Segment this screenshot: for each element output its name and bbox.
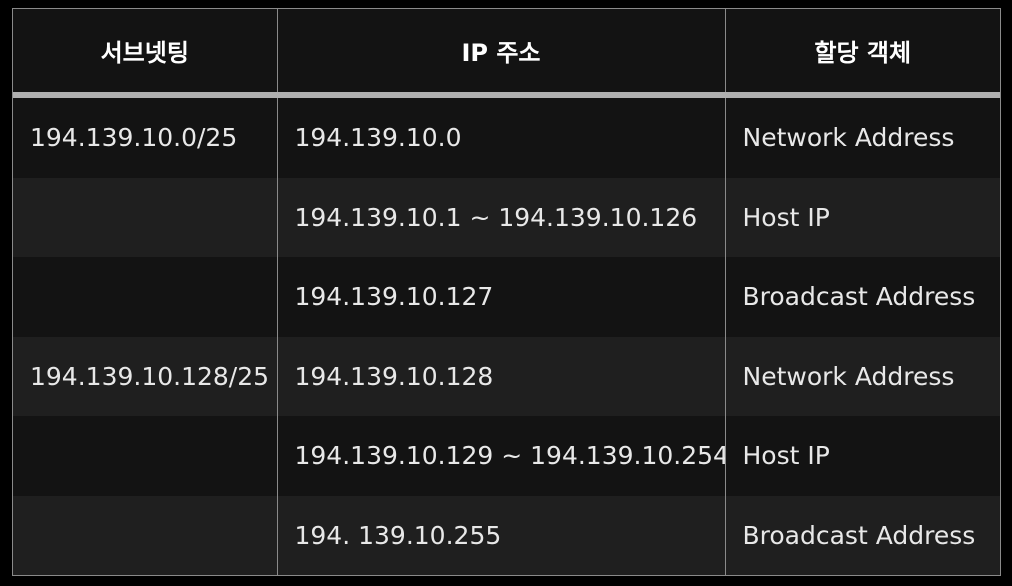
cell-ip-address: 194.139.10.0: [276, 95, 725, 178]
cell-ip-address: 194.139.10.129 ~ 194.139.10.254: [276, 416, 725, 496]
cell-assigned-object: Network Address: [724, 95, 1000, 178]
table-row: 194.139.10.1 ~ 194.139.10.126 Host IP: [13, 177, 1000, 257]
table-row: 194.139.10.128/25 194.139.10.128 Network…: [13, 336, 1000, 416]
table-header-row: 서브넷팅 IP 주소 할당 객체: [13, 9, 1000, 98]
cell-subnet: 194.139.10.128/25: [13, 336, 277, 416]
cell-assigned-object: Broadcast Address: [724, 495, 1000, 575]
cell-assigned-object: Host IP: [724, 177, 1000, 257]
table-row: 194.139.10.129 ~ 194.139.10.254 Host IP: [13, 416, 1000, 496]
table-row: 194. 139.10.255 Broadcast Address: [13, 495, 1000, 575]
cell-ip-address: 194.139.10.1 ~ 194.139.10.126: [276, 177, 725, 257]
table-row: 194.139.10.127 Broadcast Address: [13, 257, 1000, 337]
cell-subnet: 194.139.10.0/25: [13, 95, 277, 178]
cell-ip-address: 194.139.10.127: [276, 257, 725, 337]
subnet-table: 서브넷팅 IP 주소 할당 객체 194.139.10.0/25 194.139…: [13, 9, 1000, 575]
header-subnetting: 서브넷팅: [13, 9, 277, 98]
cell-subnet: [13, 257, 277, 337]
subnet-table-container: 서브넷팅 IP 주소 할당 객체 194.139.10.0/25 194.139…: [12, 8, 1001, 576]
table-row: 194.139.10.0/25 194.139.10.0 Network Add…: [13, 95, 1000, 178]
cell-assigned-object: Host IP: [724, 416, 1000, 496]
header-ip-address: IP 주소: [276, 9, 725, 98]
cell-assigned-object: Network Address: [724, 336, 1000, 416]
header-assigned-object: 할당 객체: [724, 9, 1000, 98]
cell-assigned-object: Broadcast Address: [724, 257, 1000, 337]
cell-ip-address: 194. 139.10.255: [276, 495, 725, 575]
cell-subnet: [13, 495, 277, 575]
cell-subnet: [13, 416, 277, 496]
cell-ip-address: 194.139.10.128: [276, 336, 725, 416]
cell-subnet: [13, 177, 277, 257]
